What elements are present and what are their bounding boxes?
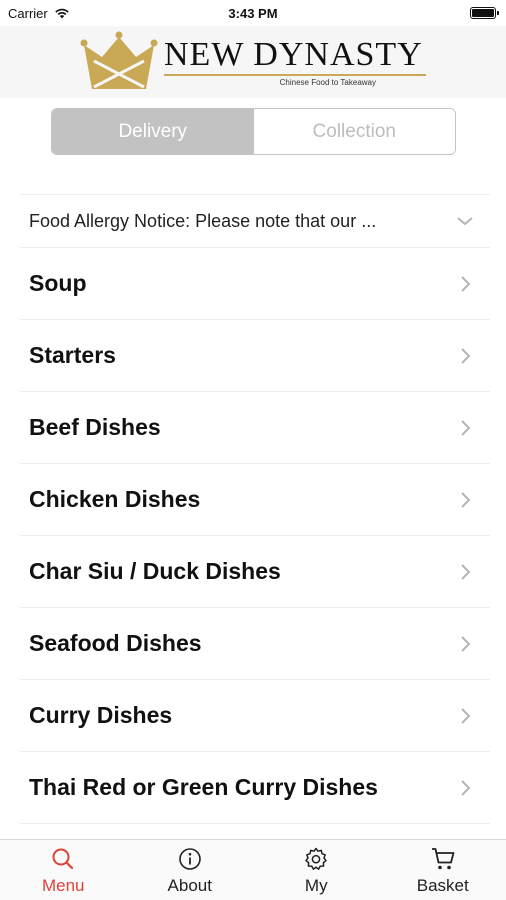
category-label: Thai Red or Green Curry Dishes xyxy=(29,774,378,800)
category-label: Soup xyxy=(29,270,87,296)
category-label: Starters xyxy=(29,342,116,368)
order-mode-toggle: Delivery Collection xyxy=(51,108,456,155)
chevron-right-icon xyxy=(461,347,471,364)
bottom-tab-bar: Menu About My Basket xyxy=(0,839,506,900)
brand-tagline: Chinese Food to Takeaway xyxy=(279,77,376,87)
chevron-right-icon xyxy=(461,707,471,724)
delivery-option[interactable]: Delivery xyxy=(52,109,254,154)
category-row-beef[interactable]: Beef Dishes xyxy=(20,392,490,464)
brand-name: NEW DYNASTY xyxy=(164,35,423,73)
brand-logo: NEW DYNASTY Chinese Food to Takeaway xyxy=(80,31,426,93)
status-left: Carrier xyxy=(8,6,70,21)
chevron-right-icon xyxy=(461,491,471,508)
info-icon xyxy=(178,848,201,870)
carrier-label: Carrier xyxy=(8,5,48,21)
category-row-chicken[interactable]: Chicken Dishes xyxy=(20,464,490,536)
tab-menu-label: Menu xyxy=(41,876,85,895)
category-label: Chicken Dishes xyxy=(29,486,201,512)
chevron-right-icon xyxy=(461,275,471,292)
allergy-notice[interactable]: Food Allergy Notice: Please note that ou… xyxy=(20,194,490,248)
search-icon xyxy=(52,848,74,870)
allergy-notice-text: Food Allergy Notice: Please note that ou… xyxy=(29,210,377,231)
category-label: Beef Dishes xyxy=(29,414,161,440)
category-row-char-siu-duck[interactable]: Char Siu / Duck Dishes xyxy=(20,536,490,608)
category-row-thai-curry[interactable]: Thai Red or Green Curry Dishes xyxy=(20,752,490,824)
category-row-curry[interactable]: Curry Dishes xyxy=(20,680,490,752)
menu-category-list: Food Allergy Notice: Please note that ou… xyxy=(20,194,490,824)
cart-icon xyxy=(431,848,455,870)
chevron-right-icon xyxy=(461,779,471,796)
chevron-right-icon xyxy=(461,419,471,436)
tab-basket-label: Basket xyxy=(416,876,469,895)
category-row-soup[interactable]: Soup xyxy=(20,248,490,320)
chevron-right-icon xyxy=(461,635,471,652)
brand-underline xyxy=(164,73,426,76)
crown-logo-icon xyxy=(80,31,158,89)
category-label: Char Siu / Duck Dishes xyxy=(29,558,281,584)
category-row-starters[interactable]: Starters xyxy=(20,320,490,392)
app-header: NEW DYNASTY Chinese Food to Takeaway xyxy=(0,26,506,98)
chevron-right-icon xyxy=(461,563,471,580)
gear-icon xyxy=(305,847,327,870)
tab-menu[interactable]: Menu xyxy=(0,840,127,900)
status-time: 3:43 PM xyxy=(228,5,278,21)
tab-about[interactable]: About xyxy=(127,840,254,900)
chevron-down-icon xyxy=(457,217,473,226)
wifi-icon xyxy=(55,8,69,19)
collection-option[interactable]: Collection xyxy=(253,109,455,154)
category-label: Curry Dishes xyxy=(29,702,173,728)
brand-text: NEW DYNASTY Chinese Food to Takeaway xyxy=(164,35,426,87)
tab-about-label: About xyxy=(167,876,212,895)
tab-basket[interactable]: Basket xyxy=(380,840,506,900)
status-bar: Carrier 3:43 PM xyxy=(0,0,506,26)
tab-my[interactable]: My xyxy=(253,840,380,900)
category-row-seafood[interactable]: Seafood Dishes xyxy=(20,608,490,680)
tab-my-label: My xyxy=(304,876,328,895)
battery-icon xyxy=(470,7,499,19)
category-label: Seafood Dishes xyxy=(29,630,202,656)
